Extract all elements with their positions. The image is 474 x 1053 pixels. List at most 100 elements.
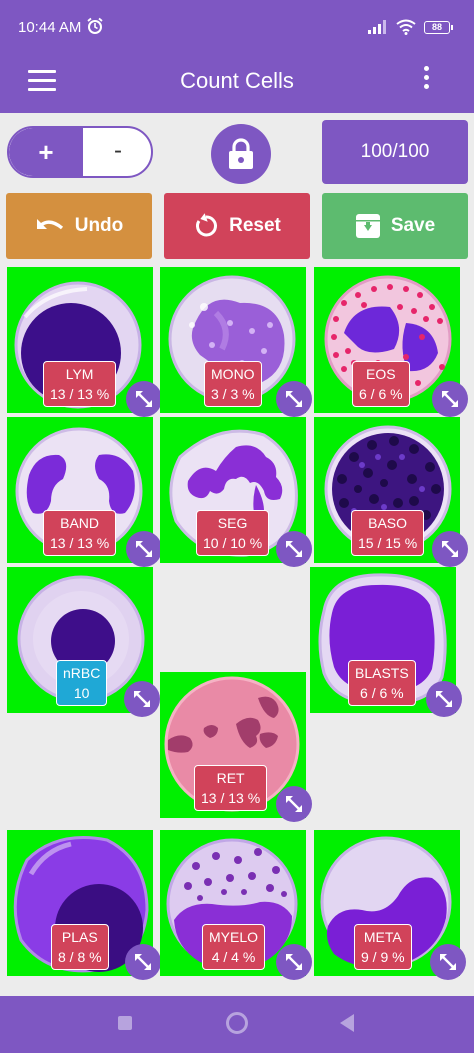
cell-label-blasts: BLASTS 6 / 6 % [348, 660, 416, 706]
cell-tile-baso[interactable]: BASO 15 / 15 % [314, 417, 468, 567]
undo-icon [36, 219, 63, 230]
cell-tile-ret[interactable]: RET 13 / 13 % [160, 672, 312, 822]
cell-tile-blasts[interactable]: BLASTS 6 / 6 % [310, 567, 462, 717]
expand-button[interactable] [125, 944, 161, 980]
expand-diagonal-icon [136, 391, 152, 407]
cell-label-ret: RET 13 / 13 % [194, 765, 268, 811]
cell-name: MONO [211, 366, 255, 382]
system-nav-bar [0, 996, 474, 1053]
cell-tile-mono[interactable]: MONO 3 / 3 % [160, 267, 312, 417]
undo-label: Undo [74, 215, 124, 236]
cell-label-nrbc: nRBC 10 [56, 660, 108, 706]
lock-icon [229, 138, 253, 169]
cell-label-plas: PLAS 8 / 8 % [51, 924, 109, 970]
cell-name: SEG [217, 515, 248, 531]
cell-name: BAND [60, 515, 100, 531]
cell-count: 9 / 9 % [361, 949, 405, 965]
home-icon[interactable] [226, 1012, 248, 1034]
expand-diagonal-icon [286, 541, 302, 557]
cell-tile-myelo[interactable]: MYELO 4 / 4 % [160, 830, 312, 980]
more-vert-icon[interactable] [420, 66, 432, 96]
page-title: Count Cells [180, 68, 294, 93]
cell-signal-icon [368, 20, 386, 34]
cell-name: RET [216, 770, 245, 786]
cell-count: 13 / 13 % [50, 386, 110, 402]
refresh-icon [196, 213, 218, 237]
expand-button[interactable] [276, 381, 312, 417]
expand-button[interactable] [126, 381, 162, 417]
alarm-icon [87, 17, 103, 34]
cell-tile-nrbc[interactable]: nRBC 10 [7, 567, 160, 717]
cell-name: BASO [368, 515, 408, 531]
minus-mode-button[interactable]: - [83, 128, 151, 176]
lock-button[interactable] [211, 124, 271, 184]
save-label: Save [390, 215, 436, 236]
undo-button[interactable]: Undo [6, 193, 152, 259]
expand-button[interactable] [126, 531, 162, 567]
cell-count: 10 / 10 % [203, 535, 263, 551]
plus-mode-button[interactable]: + [9, 128, 83, 176]
cell-name: EOS [366, 366, 396, 382]
expand-diagonal-icon [134, 691, 150, 707]
status-time: 10:44 AM [18, 19, 82, 36]
cell-label-lym: LYM 13 / 13 % [43, 361, 117, 407]
cell-tile-band[interactable]: BAND 13 / 13 % [7, 417, 162, 567]
expand-button[interactable] [276, 944, 312, 980]
cell-count: 6 / 6 % [360, 685, 404, 701]
cell-tile-plas[interactable]: PLAS 8 / 8 % [7, 830, 161, 980]
cell-count: 3 / 3 % [211, 386, 255, 402]
cell-name: MYELO [209, 929, 259, 945]
expand-button[interactable] [432, 531, 468, 567]
cell-name: PLAS [61, 929, 98, 945]
expand-button[interactable] [432, 381, 468, 417]
expand-button[interactable] [430, 944, 466, 980]
expand-diagonal-icon [136, 541, 152, 557]
cell-count: 15 / 15 % [358, 535, 418, 551]
cell-label-band: BAND 13 / 13 % [43, 510, 117, 556]
expand-button[interactable] [276, 531, 312, 567]
cell-label-baso: BASO 15 / 15 % [351, 510, 425, 556]
cell-name: nRBC [63, 665, 101, 681]
app-bar: Count Cells [0, 56, 474, 113]
mode-toggle: + - [7, 126, 153, 178]
save-button[interactable]: Save [322, 193, 468, 259]
cell-label-eos: EOS 6 / 6 % [352, 361, 410, 407]
cell-name: BLASTS [355, 665, 409, 681]
back-icon[interactable] [340, 1014, 354, 1032]
cell-count: 10 [73, 685, 90, 701]
status-bar: 10:44 AM 88 [0, 0, 474, 56]
expand-diagonal-icon [442, 541, 458, 557]
reset-button[interactable]: Reset [164, 193, 310, 259]
expand-diagonal-icon [436, 691, 452, 707]
cell-tile-eos[interactable]: EOS 6 / 6 % [314, 267, 468, 417]
cell-tile-lym[interactable]: LYM 13 / 13 % [7, 267, 162, 417]
expand-diagonal-icon [440, 954, 456, 970]
cell-count: 8 / 8 % [58, 949, 102, 965]
cell-name: META [363, 929, 402, 945]
total-counter[interactable]: 100/100 [322, 120, 468, 184]
cell-tile-seg[interactable]: SEG 10 / 10 % [160, 417, 312, 567]
recents-icon[interactable] [118, 1016, 132, 1030]
cell-label-myelo: MYELO 4 / 4 % [202, 924, 266, 970]
cell-count: 4 / 4 % [211, 949, 256, 965]
expand-diagonal-icon [286, 796, 302, 812]
cell-label-seg: SEG 10 / 10 % [196, 510, 270, 556]
expand-diagonal-icon [286, 954, 302, 970]
cell-count: 6 / 6 % [359, 386, 403, 402]
reset-label: Reset [229, 215, 281, 236]
expand-diagonal-icon [286, 391, 302, 407]
save-archive-icon [355, 214, 380, 238]
cell-tile-meta[interactable]: META 9 / 9 % [314, 830, 466, 980]
cell-label-meta: META 9 / 9 % [354, 924, 412, 970]
battery-icon: 88 [424, 21, 453, 34]
cell-count: 13 / 13 % [201, 790, 261, 806]
expand-button[interactable] [276, 786, 312, 822]
expand-diagonal-icon [135, 954, 151, 970]
expand-button[interactable] [426, 681, 462, 717]
cell-name: LYM [65, 366, 94, 382]
expand-diagonal-icon [442, 391, 458, 407]
cell-count: 13 / 13 % [50, 535, 110, 551]
cell-label-mono: MONO 3 / 3 % [204, 361, 262, 407]
expand-button[interactable] [124, 681, 160, 717]
wifi-icon [396, 19, 416, 35]
